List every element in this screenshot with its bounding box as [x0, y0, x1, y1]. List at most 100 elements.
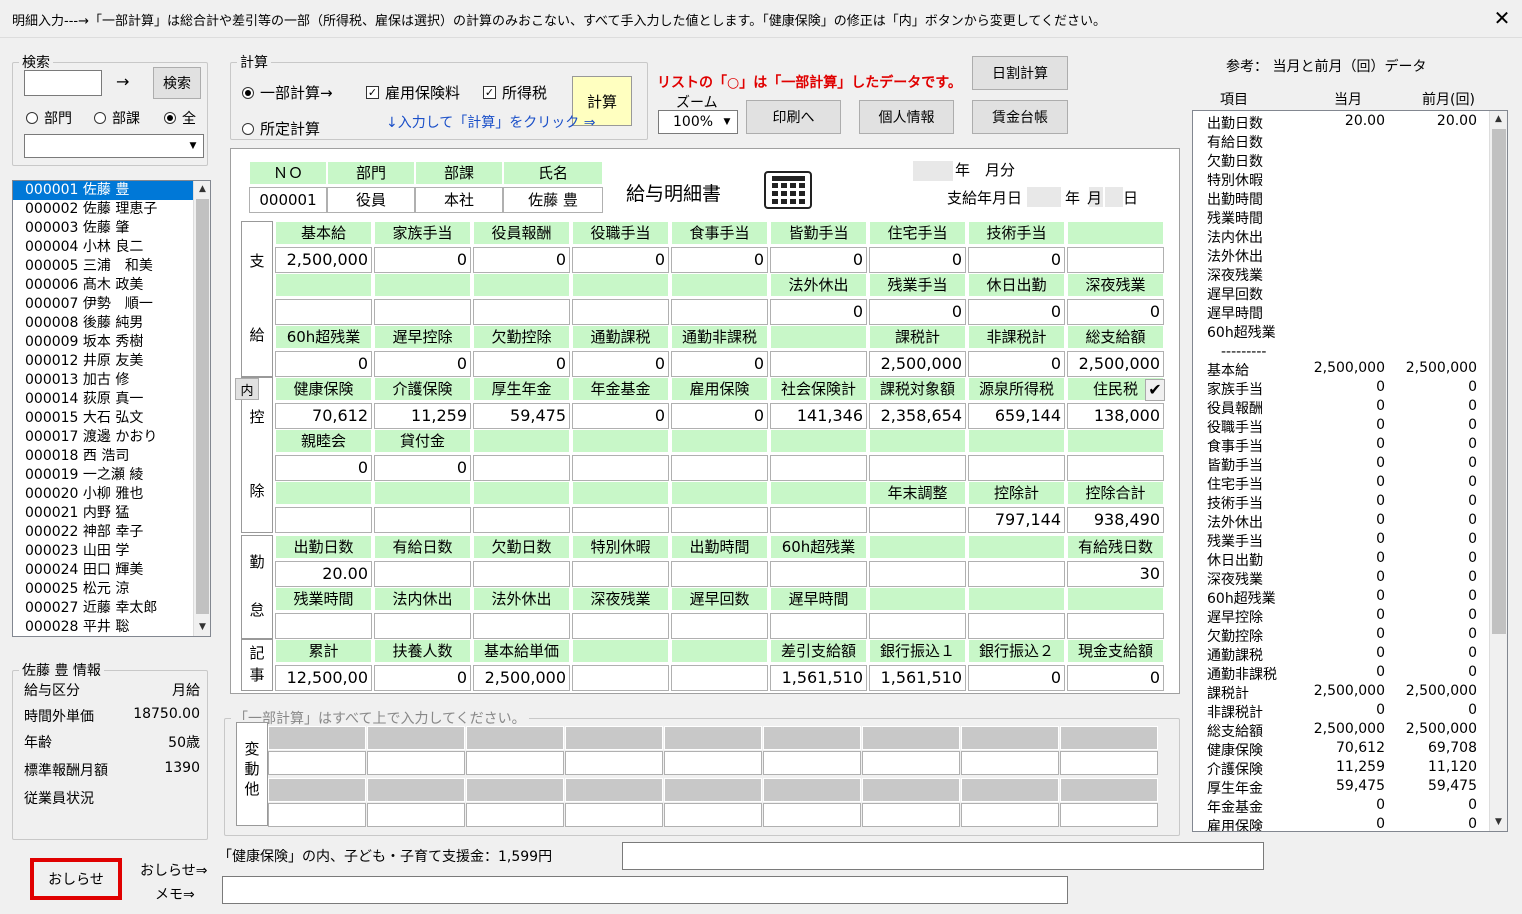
- slip-value-cell[interactable]: 138,000: [1067, 403, 1164, 429]
- wage-ledger-button[interactable]: 賃金台帳: [972, 100, 1068, 134]
- list-item[interactable]: 000009 坂本 秀樹: [13, 333, 210, 352]
- slip-value-cell[interactable]: 0: [572, 351, 669, 377]
- hendo-value-cell[interactable]: [862, 803, 960, 827]
- slip-value-cell[interactable]: 938,490: [1067, 507, 1164, 533]
- oshirase-link[interactable]: おしらせ⇒: [140, 860, 207, 880]
- list-item[interactable]: 000025 松元 涼: [13, 580, 210, 599]
- list-item[interactable]: 000012 井原 友美: [13, 352, 210, 371]
- list-item[interactable]: 000013 加古 修: [13, 371, 210, 390]
- search-button[interactable]: 検索: [153, 67, 201, 99]
- calculator-icon[interactable]: [764, 171, 812, 209]
- memo-field[interactable]: [222, 876, 1068, 904]
- slip-value-cell[interactable]: [374, 507, 471, 533]
- reference-list[interactable]: 出勤日数 20.00 20.00 有給日数 欠勤日数 特別休暇 出勤時間 残業時間 法内休出 法外…: [1192, 110, 1508, 832]
- hendo-value-cell[interactable]: [1060, 751, 1158, 775]
- slip-value-cell[interactable]: 0: [968, 665, 1065, 691]
- scroll-up-icon[interactable]: ▲: [1490, 111, 1507, 128]
- slip-value-cell[interactable]: 0: [671, 247, 768, 273]
- list-item[interactable]: 000027 近藤 幸太郎: [13, 599, 210, 618]
- slip-value-cell[interactable]: [869, 455, 966, 481]
- slip-value-cell[interactable]: [1067, 613, 1164, 639]
- slip-value-cell[interactable]: [374, 299, 471, 325]
- scroll-thumb[interactable]: [1492, 129, 1506, 634]
- slip-value-cell[interactable]: 0: [968, 351, 1065, 377]
- slip-value-cell[interactable]: 0: [968, 247, 1065, 273]
- slip-value-cell[interactable]: [572, 507, 669, 533]
- zoom-select[interactable]: 100% ▼: [658, 110, 738, 134]
- slip-value-cell[interactable]: [968, 455, 1065, 481]
- slip-value-cell[interactable]: [869, 613, 966, 639]
- uchi-button[interactable]: 内: [235, 378, 259, 400]
- slip-value-cell[interactable]: 1,561,510: [869, 665, 966, 691]
- slip-value-cell[interactable]: [374, 613, 471, 639]
- list-item[interactable]: 000020 小柳 雅也: [13, 485, 210, 504]
- slip-value-cell[interactable]: 659,144: [968, 403, 1065, 429]
- list-item[interactable]: 000003 佐藤 肇: [13, 219, 210, 238]
- list-item[interactable]: 000001 佐藤 豊: [13, 181, 210, 200]
- slip-value-cell[interactable]: 0: [275, 455, 372, 481]
- list-item[interactable]: 000002 佐藤 理恵子: [13, 200, 210, 219]
- slip-value-cell[interactable]: [671, 507, 768, 533]
- slip-value-cell[interactable]: 0: [473, 247, 570, 273]
- hendo-value-cell[interactable]: [1060, 803, 1158, 827]
- list-item[interactable]: 000014 荻原 真一: [13, 390, 210, 409]
- slip-value-cell[interactable]: [770, 507, 867, 533]
- slip-value-cell[interactable]: [572, 299, 669, 325]
- checkbox-income-tax[interactable]: ✓ 所得税: [483, 82, 547, 103]
- slip-value-cell[interactable]: [572, 613, 669, 639]
- memo-link[interactable]: メモ⇒: [155, 884, 195, 904]
- hendo-value-cell[interactable]: [961, 751, 1059, 775]
- slip-value-cell[interactable]: 0: [374, 665, 471, 691]
- list-item[interactable]: 000008 後藤 純男: [13, 314, 210, 333]
- slip-value-cell[interactable]: [671, 665, 768, 691]
- hendo-value-cell[interactable]: [268, 751, 366, 775]
- slip-value-cell[interactable]: 0: [572, 403, 669, 429]
- slip-value-cell[interactable]: 30: [1067, 561, 1164, 587]
- list-item[interactable]: 000018 西 浩司: [13, 447, 210, 466]
- hendo-value-cell[interactable]: [466, 803, 564, 827]
- slip-value-cell[interactable]: 2,500,000: [869, 351, 966, 377]
- slip-value-cell[interactable]: 0: [572, 247, 669, 273]
- note-field[interactable]: [622, 842, 1264, 870]
- slip-value-cell[interactable]: 1,561,510: [770, 665, 867, 691]
- employee-list-scrollbar[interactable]: ▲ ▼: [193, 181, 210, 636]
- daily-calc-button[interactable]: 日割計算: [972, 56, 1068, 90]
- scroll-thumb[interactable]: [196, 199, 209, 614]
- hendo-value-cell[interactable]: [367, 751, 465, 775]
- slip-value-cell[interactable]: [770, 351, 867, 377]
- list-item[interactable]: 000019 一之瀬 綾: [13, 466, 210, 485]
- slip-value-cell[interactable]: [671, 299, 768, 325]
- slip-value-cell[interactable]: [275, 613, 372, 639]
- slip-value-cell[interactable]: [770, 455, 867, 481]
- slip-value-cell[interactable]: [275, 299, 372, 325]
- radio-bumon[interactable]: 部門: [26, 108, 72, 128]
- list-item[interactable]: 000004 小林 良二: [13, 238, 210, 257]
- slip-value-cell[interactable]: [374, 561, 471, 587]
- reference-scrollbar[interactable]: ▲ ▼: [1489, 111, 1507, 831]
- slip-value-cell[interactable]: 20.00: [275, 561, 372, 587]
- list-item[interactable]: 000015 大石 弘文: [13, 409, 210, 428]
- slip-value-cell[interactable]: 0: [374, 351, 471, 377]
- slip-value-cell[interactable]: 2,500,000: [275, 247, 372, 273]
- slip-head-value[interactable]: 佐藤 豊: [503, 187, 603, 213]
- employee-list[interactable]: 000001 佐藤 豊 000002 佐藤 理恵子 000003 佐藤 肇 00000…: [12, 180, 211, 637]
- scroll-down-icon[interactable]: ▼: [194, 619, 211, 636]
- slip-value-cell[interactable]: [869, 507, 966, 533]
- hendo-value-cell[interactable]: [367, 803, 465, 827]
- slip-head-value[interactable]: 役員: [327, 187, 415, 213]
- list-item[interactable]: 000017 渡邊 かおり: [13, 428, 210, 447]
- slip-value-cell[interactable]: 141,346: [770, 403, 867, 429]
- slip-value-cell[interactable]: [671, 561, 768, 587]
- slip-value-cell[interactable]: 0: [869, 247, 966, 273]
- slip-value-cell[interactable]: 797,144: [968, 507, 1065, 533]
- hendo-value-cell[interactable]: [466, 751, 564, 775]
- hendo-value-cell[interactable]: [565, 751, 663, 775]
- hendo-value-cell[interactable]: [961, 803, 1059, 827]
- slip-value-cell[interactable]: 0: [770, 247, 867, 273]
- slip-value-cell[interactable]: [968, 613, 1065, 639]
- slip-value-cell[interactable]: 2,500,000: [1067, 351, 1164, 377]
- slip-value-cell[interactable]: [869, 561, 966, 587]
- slip-value-cell[interactable]: 70,612: [275, 403, 372, 429]
- list-item[interactable]: 000023 山田 学: [13, 542, 210, 561]
- slip-value-cell[interactable]: [770, 561, 867, 587]
